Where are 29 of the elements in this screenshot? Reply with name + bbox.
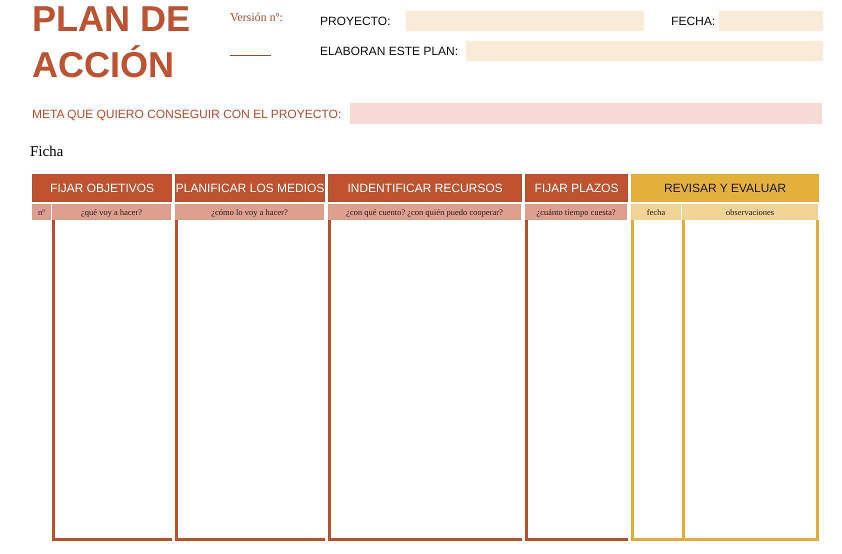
table-cell[interactable] <box>631 220 682 541</box>
column-header: REVISAR Y EVALUAR <box>631 174 819 202</box>
column-subheader: ¿con qué cuento? ¿con quién puedo cooperar? <box>328 204 521 220</box>
table-cell[interactable] <box>328 220 522 541</box>
field-label: PROYECTO: <box>320 14 390 28</box>
table-cell[interactable] <box>52 220 172 541</box>
table-cell[interactable] <box>682 220 819 541</box>
document-title: PLAN DE ACCIÓN <box>32 0 192 87</box>
column-subheader: ¿qué voy a hacer? <box>52 204 171 220</box>
field-label: META QUE QUIERO CONSEGUIR CON EL PROYECTO: <box>32 106 342 120</box>
field-label: FECHA: <box>671 14 716 28</box>
input-field[interactable] <box>406 11 644 31</box>
input-field[interactable] <box>719 11 823 31</box>
column-subheader: observaciones <box>682 204 818 220</box>
input-field[interactable] <box>466 41 823 61</box>
column-subheader: nº <box>32 204 51 220</box>
column-subheader: ¿cuánto tiempo cuesta? <box>525 204 627 220</box>
column-subheader: ¿cómo lo voy a hacer? <box>175 204 324 220</box>
field-label: ELABORAN ESTE PLAN: <box>320 44 458 58</box>
column-header: PLANIFICAR LOS MEDIOS <box>175 174 325 202</box>
version-label: Versión nº: <box>230 10 284 25</box>
column-header: INDENTIFICAR RECURSOS <box>328 174 522 202</box>
section-label: Ficha <box>30 144 64 162</box>
column-subheader: fecha <box>631 204 681 220</box>
table-cell[interactable] <box>175 220 325 541</box>
table-cell[interactable] <box>525 220 628 541</box>
input-field[interactable] <box>350 103 822 124</box>
column-header: FIJAR OBJETIVOS <box>32 174 172 202</box>
column-header: FIJAR PLAZOS <box>525 174 628 202</box>
